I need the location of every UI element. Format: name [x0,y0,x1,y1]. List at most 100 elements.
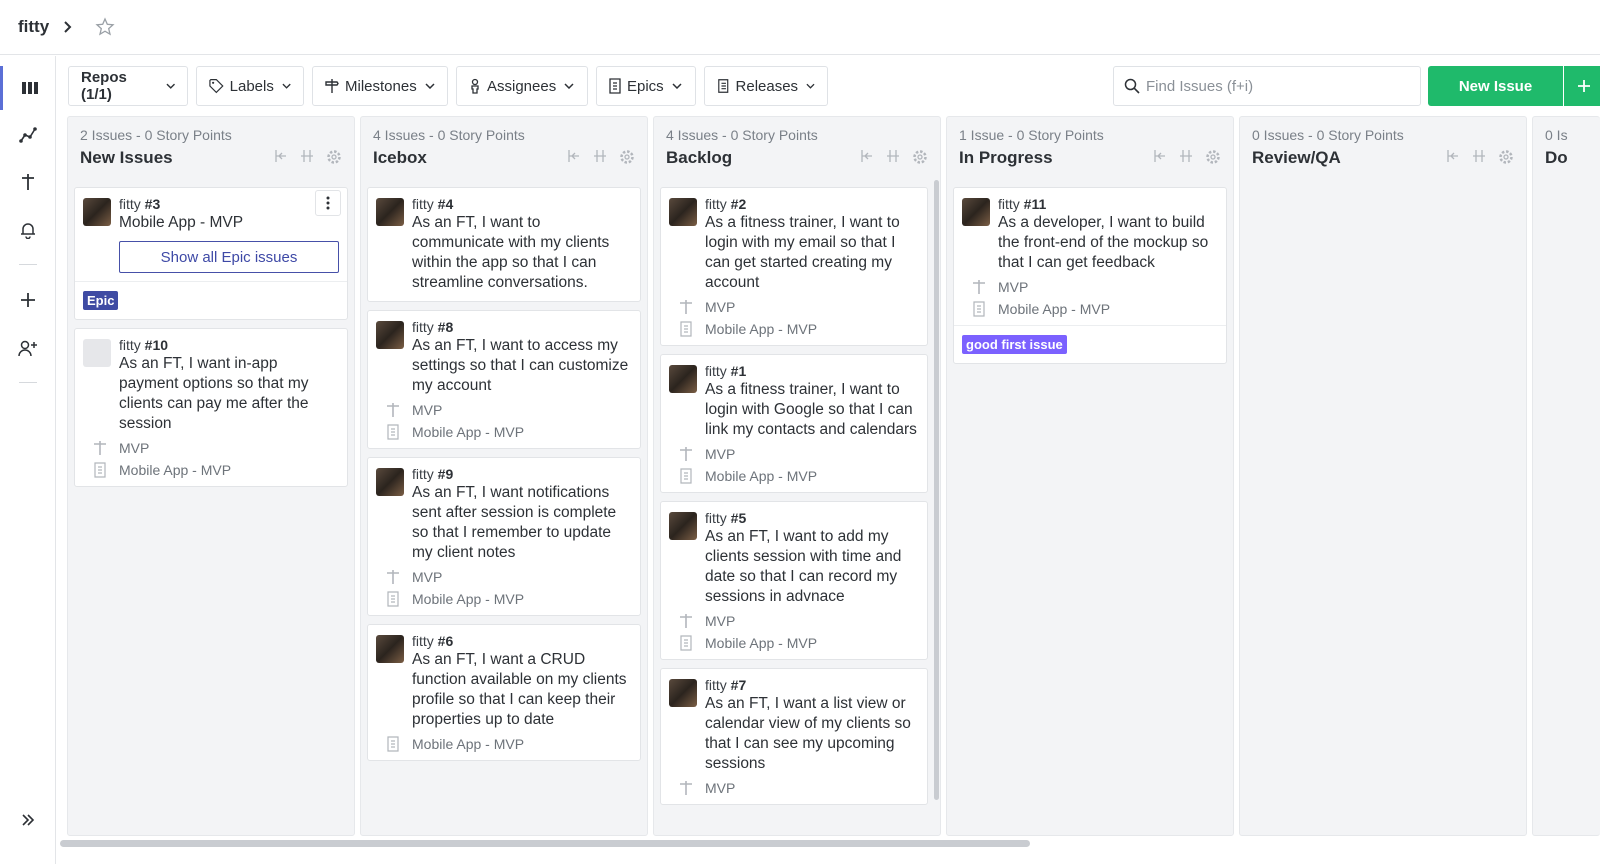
issue-ref: fitty #6 [412,633,454,649]
split-icon[interactable] [300,149,314,163]
issue-ref: fitty #5 [705,510,747,526]
epic-icon [609,78,621,94]
gear-icon[interactable] [1205,149,1221,165]
gear-icon[interactable] [1498,149,1514,165]
pipeline-icebox: 4 Issues - 0 Story Points Icebox fitty #… [360,116,648,836]
chevron-down-icon [165,83,175,89]
issue-title[interactable]: As an FT, I want to add my clients sessi… [705,527,919,607]
add-nav-icon[interactable] [0,278,56,322]
roadmap-nav-icon[interactable] [0,160,56,204]
search-input[interactable] [1146,77,1406,95]
collapse-icon[interactable] [860,149,874,163]
issue-title[interactable]: As an FT, I want in-app payment options … [119,354,339,434]
issue-search[interactable] [1113,66,1421,106]
board-horizontal-scrollbar[interactable] [60,840,1030,847]
milestone-row: MVP [679,446,919,462]
collapse-icon[interactable] [274,149,288,163]
milestone-icon [973,280,985,294]
avatar [669,365,697,393]
split-icon[interactable] [1179,149,1193,163]
pipeline-header: 2 Issues - 0 Story Points New Issues [80,127,346,177]
backlog-scrollbar[interactable] [934,180,939,800]
issue-card[interactable]: fitty #7 As an FT, I want a list view or… [660,668,928,805]
good-first-issue-label: good first issue [962,335,1067,354]
epic-row: Mobile App - MVP [386,424,632,440]
issue-ref: fitty #4 [412,196,454,212]
reports-nav-icon[interactable] [0,113,56,157]
epics-filter[interactable]: Epics [596,66,696,106]
show-all-epic-issues-button[interactable]: Show all Epic issues [119,241,339,273]
avatar [669,198,697,226]
tag-icon [209,78,224,94]
invite-user-nav-icon[interactable] [0,326,56,370]
pipeline-new-issues: 2 Issues - 0 Story Points New Issues fit… [67,116,355,836]
more-options-icon[interactable] [315,190,341,216]
issue-title[interactable]: Mobile App - MVP [119,213,339,233]
chevron-down-icon [425,83,435,89]
issue-card[interactable]: fitty #9 As an FT, I want notifications … [367,457,641,616]
issue-card[interactable]: fitty #1 As a fitness trainer, I want to… [660,354,928,493]
labels-filter[interactable]: Labels [196,66,304,106]
search-icon [1124,78,1140,94]
repos-filter[interactable]: Repos (1/1) [68,66,188,106]
chevron-right-icon[interactable] [61,20,75,34]
milestone-row: MVP [93,440,339,456]
pipeline-backlog: 4 Issues - 0 Story Points Backlog fitty … [653,116,941,836]
pipeline-summary: 2 Issues - 0 Story Points [80,127,232,143]
releases-filter[interactable]: Releases [704,66,828,106]
collapse-icon[interactable] [1153,149,1167,163]
milestone-row: MVP [972,279,1218,295]
issue-card[interactable]: fitty #2 As a fitness trainer, I want to… [660,187,928,346]
pipeline-summary: 4 Issues - 0 Story Points [666,127,818,143]
pipeline-summary: 1 Issue - 0 Story Points [959,127,1104,143]
split-icon[interactable] [1472,149,1486,163]
issue-ref: fitty #10 [119,337,169,353]
milestone-row: MVP [679,780,919,796]
gear-icon[interactable] [912,149,928,165]
collapse-icon[interactable] [1446,149,1460,163]
epic-icon [680,321,692,337]
issue-card[interactable]: fitty #5 As an FT, I want to add my clie… [660,501,928,660]
avatar [376,321,404,349]
notifications-nav-icon[interactable] [0,208,56,252]
nav-divider [19,264,37,265]
issue-title[interactable]: As an FT, I want to access my settings s… [412,336,632,396]
epic-card[interactable]: fitty #3 Mobile App - MVP Show all Epic … [74,187,348,320]
pipeline-summary: 4 Issues - 0 Story Points [373,127,525,143]
workspace-name[interactable]: fitty [18,17,49,37]
assignees-filter[interactable]: Assignees [456,66,588,106]
milestone-icon [94,441,106,455]
milestones-filter[interactable]: Milestones [312,66,448,106]
avatar [376,198,404,226]
labels-filter-label: Labels [229,77,274,95]
gear-icon[interactable] [326,149,342,165]
issue-title[interactable]: As an FT, I want to communicate with my … [412,213,632,293]
repos-filter-label: Repos (1/1) [81,69,127,103]
new-issue-menu-button[interactable] [1564,66,1600,106]
collapse-icon[interactable] [567,149,581,163]
issue-title[interactable]: As an FT, I want a list view or calendar… [705,694,919,774]
issue-card[interactable]: fitty #11 As a developer, I want to buil… [953,187,1227,364]
issue-title[interactable]: As an FT, I want notifications sent afte… [412,483,632,563]
issue-title[interactable]: As a fitness trainer, I want to login wi… [705,213,919,293]
board-toolbar: Repos (1/1) Labels Milestones Assignees … [68,66,1600,106]
gear-icon[interactable] [619,149,635,165]
boards-nav-icon[interactable] [0,66,56,110]
issue-card[interactable]: fitty #6 As an FT, I want a CRUD functio… [367,624,641,761]
new-issue-button[interactable]: New Issue [1428,66,1563,106]
pipeline-in-progress: 1 Issue - 0 Story Points In Progress fit… [946,116,1234,836]
epic-icon [94,462,106,478]
pipeline-header: 4 Issues - 0 Story Points Icebox [373,127,639,177]
issue-card[interactable]: fitty #10 As an FT, I want in-app paymen… [74,328,348,487]
pipeline-summary: 0 Is [1545,127,1568,143]
split-icon[interactable] [593,149,607,163]
issue-card[interactable]: fitty #8 As an FT, I want to access my s… [367,310,641,449]
issue-title[interactable]: As a fitness trainer, I want to login wi… [705,380,919,440]
star-icon[interactable] [95,17,115,37]
expand-sidebar-icon[interactable] [0,798,56,842]
split-icon[interactable] [886,149,900,163]
issue-title[interactable]: As an FT, I want a CRUD function availab… [412,650,632,730]
issue-title[interactable]: As a developer, I want to build the fron… [998,213,1218,273]
chevron-down-icon [806,83,815,89]
issue-card[interactable]: fitty #4 As an FT, I want to communicate… [367,187,641,302]
